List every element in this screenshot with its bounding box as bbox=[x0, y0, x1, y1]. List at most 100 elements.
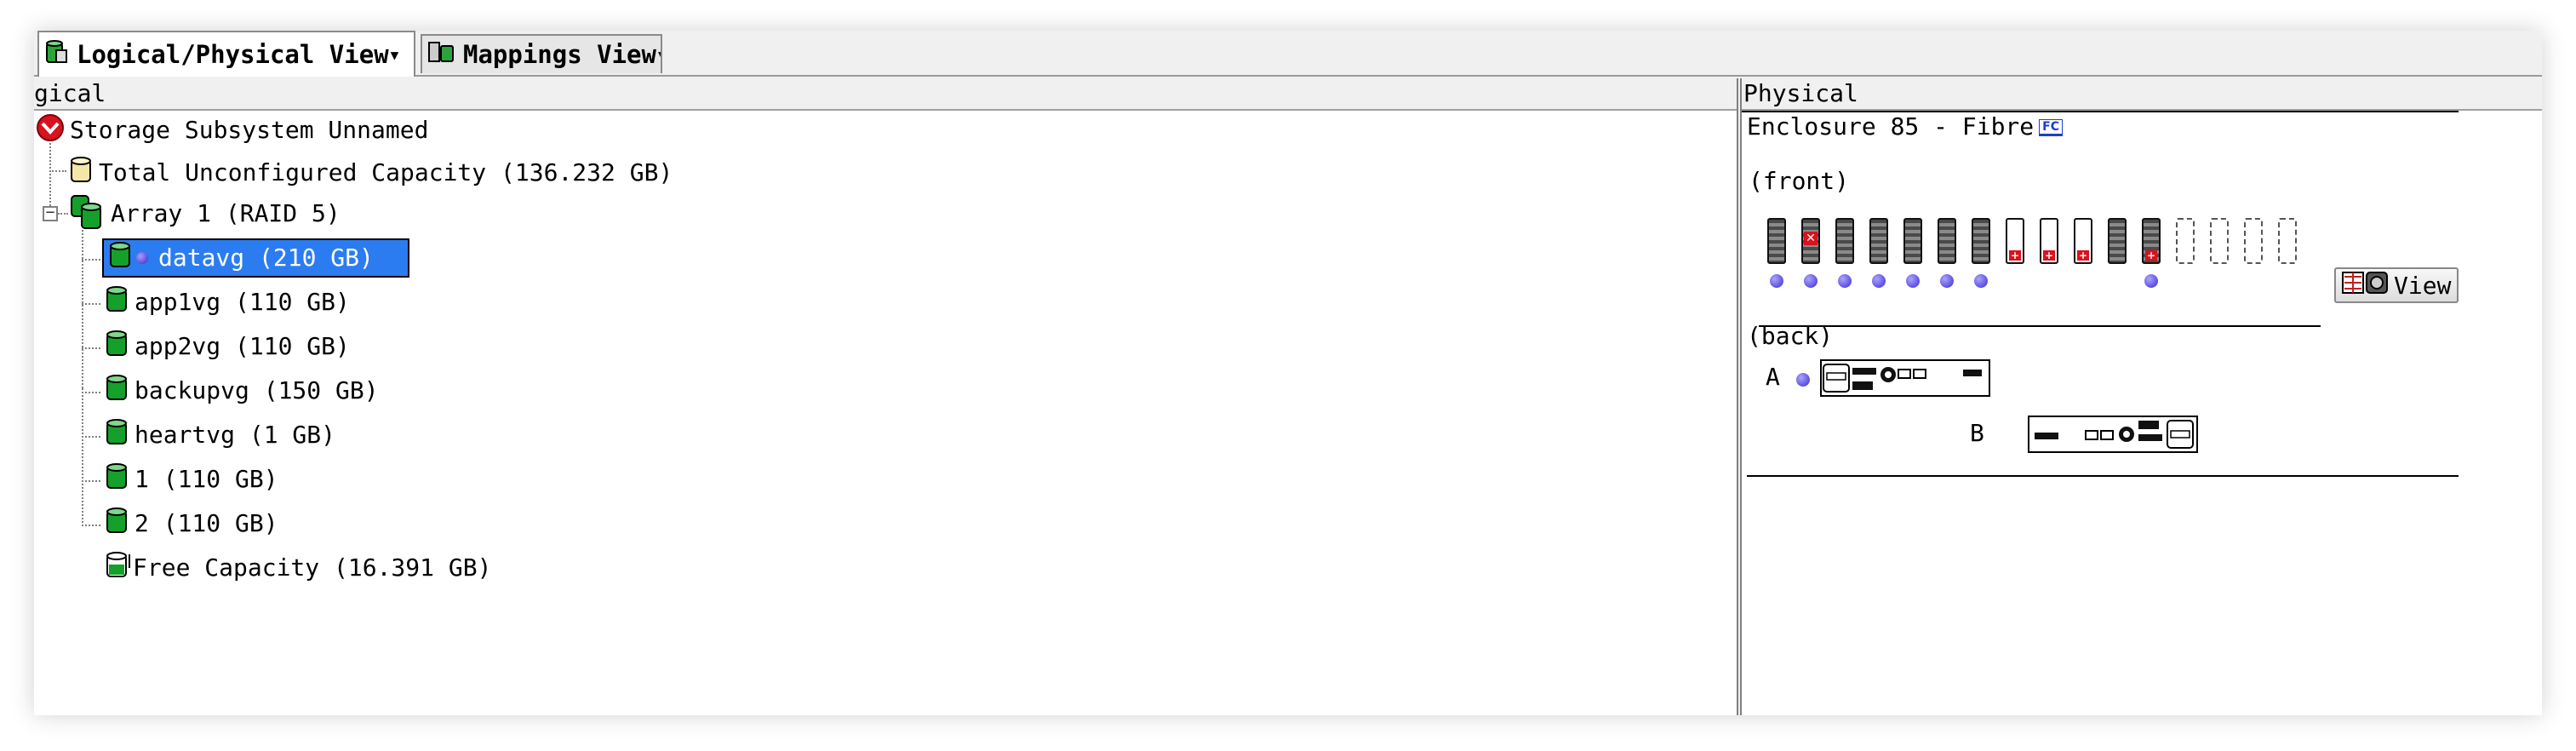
tree-connector bbox=[82, 303, 100, 305]
enclosure-label: Enclosure 85 - Fibre bbox=[1747, 112, 2035, 140]
view-tabbar: Logical/Physical View ▼ Mappings View ▼ bbox=[34, 31, 2542, 77]
drive-slot-2[interactable]: ✕ bbox=[1801, 218, 1820, 264]
controller-a-label: A bbox=[1766, 363, 1780, 391]
tree-node-volume[interactable]: datavg (210 GB) bbox=[102, 238, 409, 278]
tree-connector bbox=[82, 388, 83, 526]
drive-slot-16[interactable] bbox=[2278, 218, 2297, 264]
tree-node-volume[interactable]: backupvg (150 GB) bbox=[104, 371, 384, 410]
drive-association-dot-icon bbox=[1974, 274, 1988, 288]
drive-slot-13[interactable] bbox=[2176, 218, 2195, 264]
front-divider bbox=[1759, 325, 2321, 327]
hot-spare-icon: + bbox=[2145, 249, 2157, 261]
tree-node-label: Total Unconfigured Capacity (136.232 GB) bbox=[99, 158, 673, 186]
tab-logical-physical-label: Logical/Physical View bbox=[77, 40, 389, 69]
tree-connector bbox=[82, 392, 100, 393]
drive-association-dot-icon bbox=[1804, 274, 1818, 288]
tree-node-free-capacity[interactable]: Free Capacity (16.391 GB) bbox=[104, 548, 496, 588]
drive-association-dot-icon bbox=[1872, 274, 1886, 288]
volume-icon bbox=[104, 507, 129, 542]
tree-node-volume[interactable]: 2 (110 GB) bbox=[104, 504, 283, 543]
volume-icon bbox=[104, 285, 129, 320]
free-capacity-icon bbox=[104, 551, 133, 586]
tree-node-label: 1 (110 GB) bbox=[135, 465, 278, 493]
drive-slot-11[interactable] bbox=[2108, 218, 2127, 264]
back-label: (back) bbox=[1747, 322, 1834, 350]
tree-node-volume[interactable]: app1vg (110 GB) bbox=[104, 283, 355, 322]
volume-icon bbox=[104, 462, 129, 497]
hot-spare-icon: + bbox=[2077, 249, 2089, 261]
front-label: (front) bbox=[1749, 167, 1850, 195]
preferred-owner-dot-icon bbox=[136, 252, 148, 264]
selection-highlight: datavg (210 GB) bbox=[102, 238, 409, 278]
enclosure-bottom-rule bbox=[1747, 475, 2459, 477]
tab-dropdown-arrow-icon: ▼ bbox=[658, 47, 661, 63]
controller-a-owner-dot-icon bbox=[1796, 373, 1810, 387]
drive-slot-7[interactable] bbox=[1972, 218, 1990, 264]
tree-connector bbox=[49, 170, 66, 172]
tree-node-label: app2vg (110 GB) bbox=[135, 332, 350, 360]
tree-node-label: backupvg (150 GB) bbox=[135, 376, 379, 404]
tab-logical-physical[interactable]: Logical/Physical View ▼ bbox=[37, 31, 415, 77]
tree-node-label: Storage Subsystem Unnamed bbox=[70, 116, 429, 144]
needs-attention-icon bbox=[36, 113, 65, 148]
tree-node-storage-subsystem[interactable]: Storage Subsystem Unnamed bbox=[36, 111, 433, 150]
tree-node-unconfigured-capacity[interactable]: Total Unconfigured Capacity (136.232 GB) bbox=[68, 153, 678, 192]
drive-association-dot-icon bbox=[2144, 274, 2158, 288]
enclosure-component-icon bbox=[2341, 270, 2390, 301]
drive-slot-4[interactable] bbox=[1869, 218, 1888, 264]
volume-icon bbox=[104, 418, 129, 453]
controller-b-label: B bbox=[1970, 419, 1984, 447]
drive-slot-3[interactable] bbox=[1835, 218, 1854, 264]
drive-association-dot-icon bbox=[1838, 274, 1852, 288]
tree-node-label: app1vg (110 GB) bbox=[135, 288, 350, 316]
logical-pane[interactable]: gical Storage Subsystem Unnamed Total Un… bbox=[34, 78, 1738, 715]
drive-slot-14[interactable] bbox=[2210, 218, 2229, 264]
logical-pane-header: gical bbox=[34, 78, 1737, 111]
array-icon bbox=[68, 192, 106, 236]
volume-icon bbox=[107, 241, 133, 276]
controller-a-ports-icon bbox=[1823, 364, 1982, 393]
tab-dropdown-arrow-icon: ▼ bbox=[390, 46, 399, 63]
enclosure-title[interactable]: Enclosure 85 - Fibre FC bbox=[1747, 112, 2063, 140]
tree-node-array[interactable]: Array 1 (RAID 5) bbox=[68, 194, 346, 233]
view-enclosure-button[interactable]: View bbox=[2334, 267, 2459, 303]
drive-slot-10[interactable]: + bbox=[2074, 218, 2092, 264]
drive-slot-1[interactable] bbox=[1767, 218, 1786, 264]
tree-node-volume[interactable]: heartvg (1 GB) bbox=[104, 416, 341, 455]
controller-b[interactable] bbox=[2028, 416, 2198, 453]
drive-slot-6[interactable] bbox=[1938, 218, 1956, 264]
tree-connector bbox=[82, 480, 100, 482]
failed-drive-icon: ✕ bbox=[1804, 232, 1818, 245]
drive-slot-8[interactable]: + bbox=[2006, 218, 2024, 264]
collapse-array-toggle[interactable]: − bbox=[43, 205, 58, 221]
tab-mappings[interactable]: Mappings View ▼ bbox=[421, 34, 662, 73]
tree-connector bbox=[82, 259, 100, 261]
tree-node-volume[interactable]: 1 (110 GB) bbox=[104, 460, 283, 499]
tree-node-label: 2 (110 GB) bbox=[135, 509, 278, 537]
tree-connector bbox=[49, 140, 51, 213]
drive-association-dot-icon bbox=[1770, 274, 1783, 288]
split-panes: gical Storage Subsystem Unnamed Total Un… bbox=[34, 78, 2542, 715]
app-window: Logical/Physical View ▼ Mappings View ▼ … bbox=[34, 31, 2542, 715]
tree-connector bbox=[82, 436, 100, 438]
tree-node-label: datavg (210 GB) bbox=[158, 244, 374, 272]
physical-pane[interactable]: Physical Enclosure 85 - Fibre FC (front) … bbox=[1740, 78, 2542, 715]
unconfigured-capacity-icon bbox=[68, 156, 94, 191]
tree-node-volume[interactable]: app2vg (110 GB) bbox=[104, 327, 355, 366]
controller-a[interactable] bbox=[1820, 359, 1990, 397]
drive-slot-5[interactable] bbox=[1903, 218, 1922, 264]
tree-connector bbox=[82, 230, 83, 388]
mappings-icon bbox=[427, 39, 456, 71]
tree-node-label: Free Capacity (16.391 GB) bbox=[133, 553, 492, 582]
drive-slot-15[interactable] bbox=[2244, 218, 2263, 264]
tree-node-label: heartvg (1 GB) bbox=[135, 421, 336, 449]
drive-slot-12[interactable]: + bbox=[2142, 218, 2161, 264]
volume-icon bbox=[104, 330, 129, 364]
hot-spare-icon: + bbox=[2043, 249, 2055, 261]
hot-spare-icon: + bbox=[2009, 249, 2021, 261]
tab-mappings-label: Mappings View bbox=[463, 40, 656, 69]
drive-slot-9[interactable]: + bbox=[2040, 218, 2058, 264]
fibre-channel-icon: FC bbox=[2039, 119, 2063, 136]
volume-icon bbox=[104, 374, 129, 409]
tree-node-label: Array 1 (RAID 5) bbox=[111, 199, 341, 227]
